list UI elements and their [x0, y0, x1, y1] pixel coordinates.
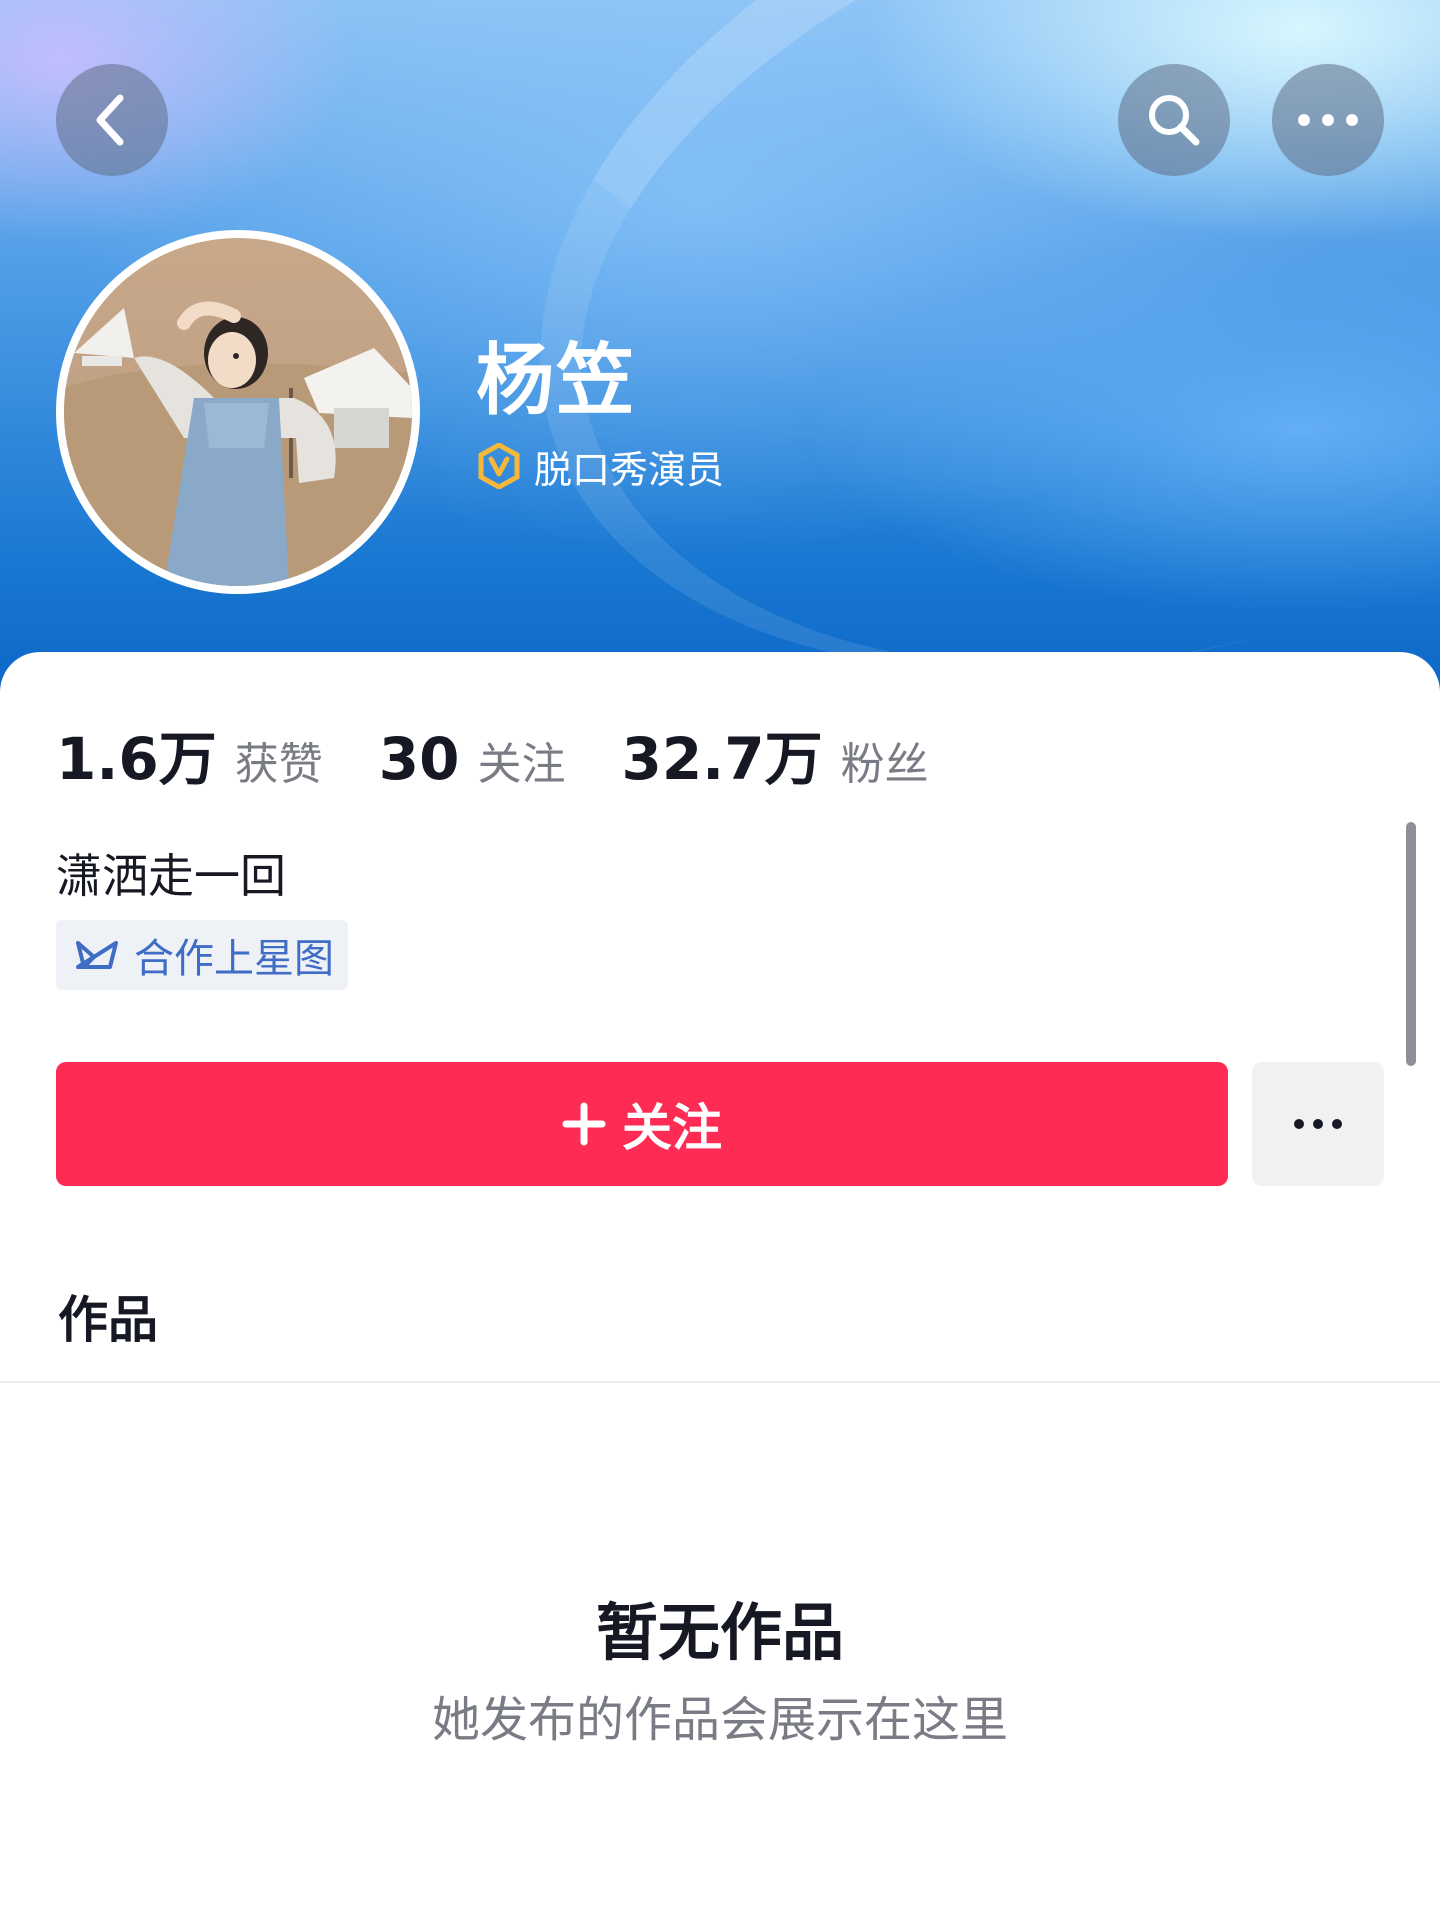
ellipsis-icon: [1294, 1119, 1342, 1129]
stat-following[interactable]: 30 关注: [379, 725, 566, 793]
stat-value: 32.7万: [621, 725, 823, 793]
profile-more-button[interactable]: [1252, 1062, 1384, 1186]
stat-label: 关注: [477, 739, 566, 790]
stat-likes[interactable]: 1.6万 获赞: [56, 712, 323, 796]
follow-button[interactable]: 关注: [56, 1062, 1228, 1186]
scrollbar[interactable]: [1406, 822, 1416, 1066]
verification-row: 脱口秀演员: [476, 440, 724, 492]
back-button[interactable]: [56, 64, 168, 176]
verification-title: 脱口秀演员: [534, 447, 725, 492]
avatar[interactable]: [56, 230, 420, 594]
tab-works[interactable]: 作品: [58, 1280, 158, 1352]
more-options-button[interactable]: [1272, 64, 1384, 176]
section-divider: [0, 1381, 1440, 1383]
star-map-tag[interactable]: 合作上星图: [56, 920, 348, 990]
empty-state-title: 暂无作品: [595, 1596, 844, 1669]
follow-label: 关注: [622, 1100, 722, 1156]
profile-name: 杨笠: [476, 336, 637, 426]
stat-followers[interactable]: 32.7万 粉丝: [621, 712, 928, 796]
stat-label: 获赞: [234, 739, 323, 790]
empty-state-subtitle: 她发布的作品会展示在这里: [431, 1692, 1008, 1748]
star-map-label: 合作上星图: [134, 936, 334, 982]
star-map-icon: [76, 941, 118, 969]
plus-icon: [562, 1102, 606, 1146]
ellipsis-icon: [1298, 114, 1358, 126]
verified-v-icon: [478, 443, 520, 489]
stat-value: 30: [378, 725, 460, 793]
avatar-photo: [64, 238, 412, 586]
search-button[interactable]: [1118, 64, 1230, 176]
profile-bio: 潇洒走一回: [56, 849, 286, 903]
search-icon: [1149, 95, 1200, 146]
stat-value: 1.6万: [56, 725, 217, 793]
chevron-left-icon: [96, 94, 124, 146]
stats-row: 1.6万 获赞 30 关注 32.7万 粉丝: [56, 712, 985, 793]
stat-label: 粉丝: [840, 739, 929, 790]
